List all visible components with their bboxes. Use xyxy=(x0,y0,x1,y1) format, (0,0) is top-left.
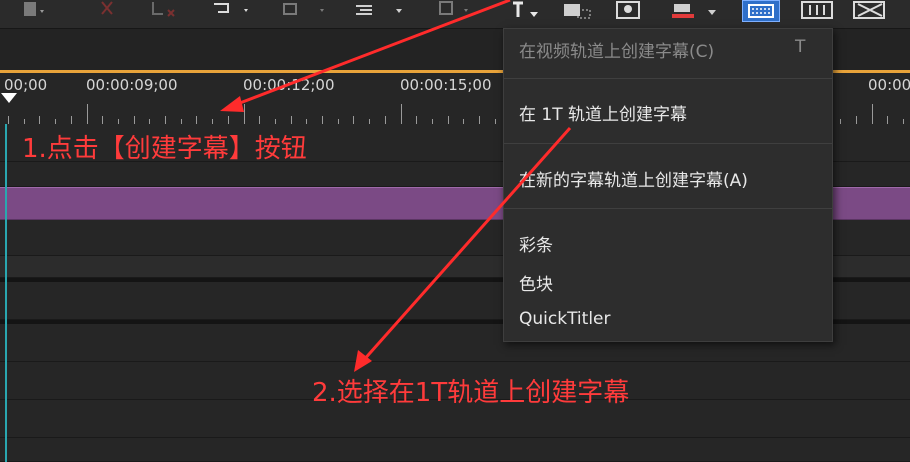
annotation-step-1: 1.点击【创建字幕】按钮 xyxy=(22,134,307,164)
annotation-step-2: 2.选择在1T轨道上创建字幕 xyxy=(312,378,630,408)
video-editor-timeline: 00;00 00:00:09;00 00:00:12;00 00:00:15;0… xyxy=(0,0,910,462)
